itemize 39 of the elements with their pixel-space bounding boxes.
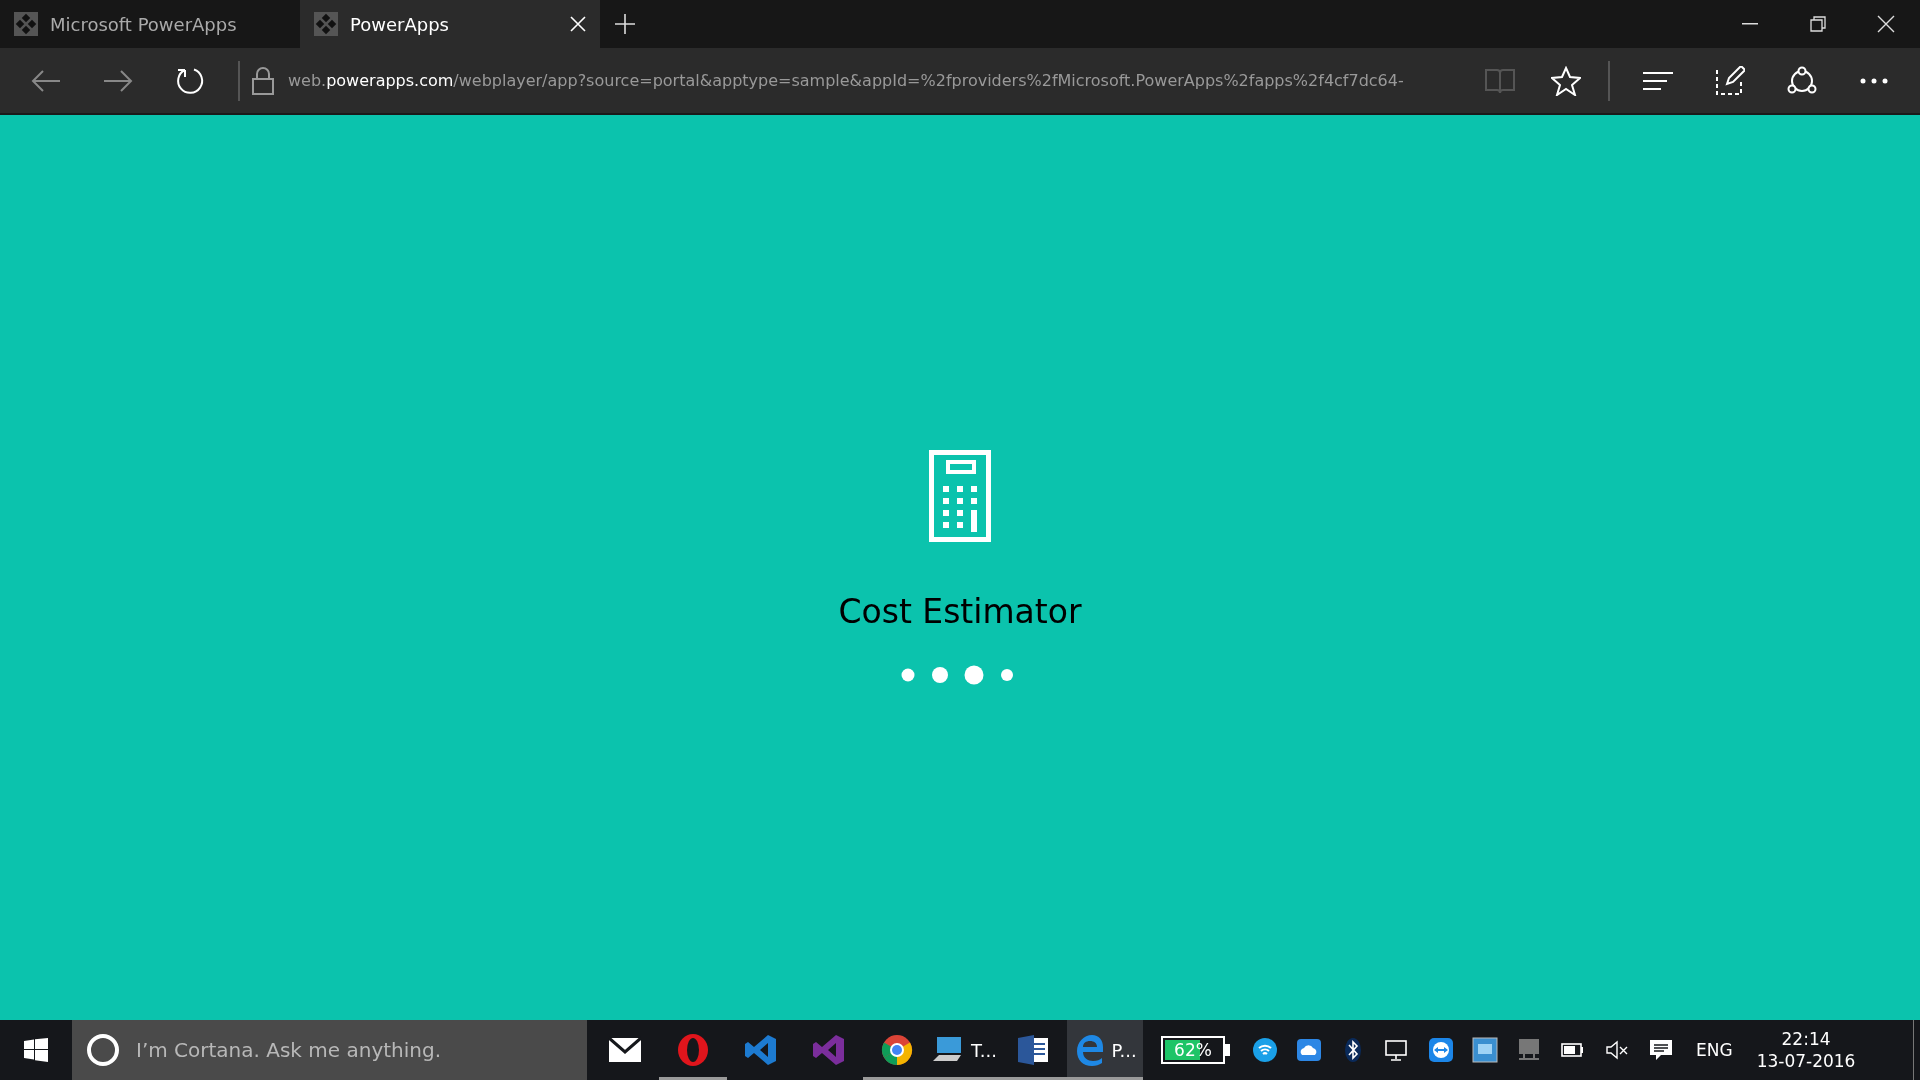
network-icon[interactable] [1384, 1037, 1410, 1063]
new-tab-icon[interactable] [615, 14, 635, 34]
taskbar-app[interactable]: P... [1067, 1020, 1143, 1080]
remote-control-icon[interactable] [1428, 1037, 1454, 1063]
lock-icon [252, 66, 274, 95]
language-indicator[interactable]: ENG [1696, 1040, 1733, 1060]
word-icon [1016, 1034, 1050, 1066]
code-editor-icon [744, 1033, 778, 1067]
browser-tab[interactable]: PowerApps [300, 0, 600, 48]
search-field[interactable]: I’m Cortana. Ask me anything. [134, 1037, 573, 1063]
notification-icon[interactable] [1648, 1037, 1674, 1063]
mail-icon [607, 1036, 643, 1064]
search-bar[interactable]: I’m Cortana. Ask me anything. [72, 1020, 587, 1080]
app-title: Cost Estimator [838, 592, 1082, 631]
opera-icon [676, 1033, 710, 1067]
share-icon[interactable] [1787, 65, 1817, 96]
wifi-shield-icon[interactable] [1252, 1037, 1278, 1063]
restore-icon[interactable] [1810, 16, 1826, 32]
forward-arrow-icon[interactable] [103, 68, 133, 93]
hub-icon[interactable] [1643, 70, 1673, 91]
app-logo-icon [314, 12, 338, 36]
cloud-icon[interactable] [1296, 1037, 1322, 1063]
taskbar-app[interactable]: T... [931, 1020, 999, 1080]
clock[interactable]: 22:14 13-07-2016 [1756, 1020, 1856, 1080]
more-icon[interactable] [1860, 77, 1888, 84]
back-arrow-icon[interactable] [31, 68, 61, 93]
note-pen-icon[interactable] [1715, 65, 1745, 96]
star-icon[interactable] [1551, 65, 1581, 96]
display-icon[interactable] [1516, 1037, 1542, 1063]
app-logo-icon [14, 12, 38, 36]
close-icon[interactable] [1877, 15, 1895, 33]
minimize-icon[interactable] [1742, 23, 1758, 25]
visual-studio-icon [812, 1033, 846, 1067]
calculator-icon [929, 450, 991, 542]
chrome-icon [880, 1033, 914, 1067]
windows-logo-icon[interactable] [24, 1038, 48, 1062]
address-field[interactable]: web.powerapps.com/webplayer/app?source=portal&apptype=sample&appId=%2fproviders%2fMicrosoft.PowerApps%2fapps%2f4cf7dc64- [288, 71, 1464, 90]
cortana-icon [86, 1033, 120, 1067]
graphics-settings-icon[interactable] [1472, 1037, 1498, 1063]
